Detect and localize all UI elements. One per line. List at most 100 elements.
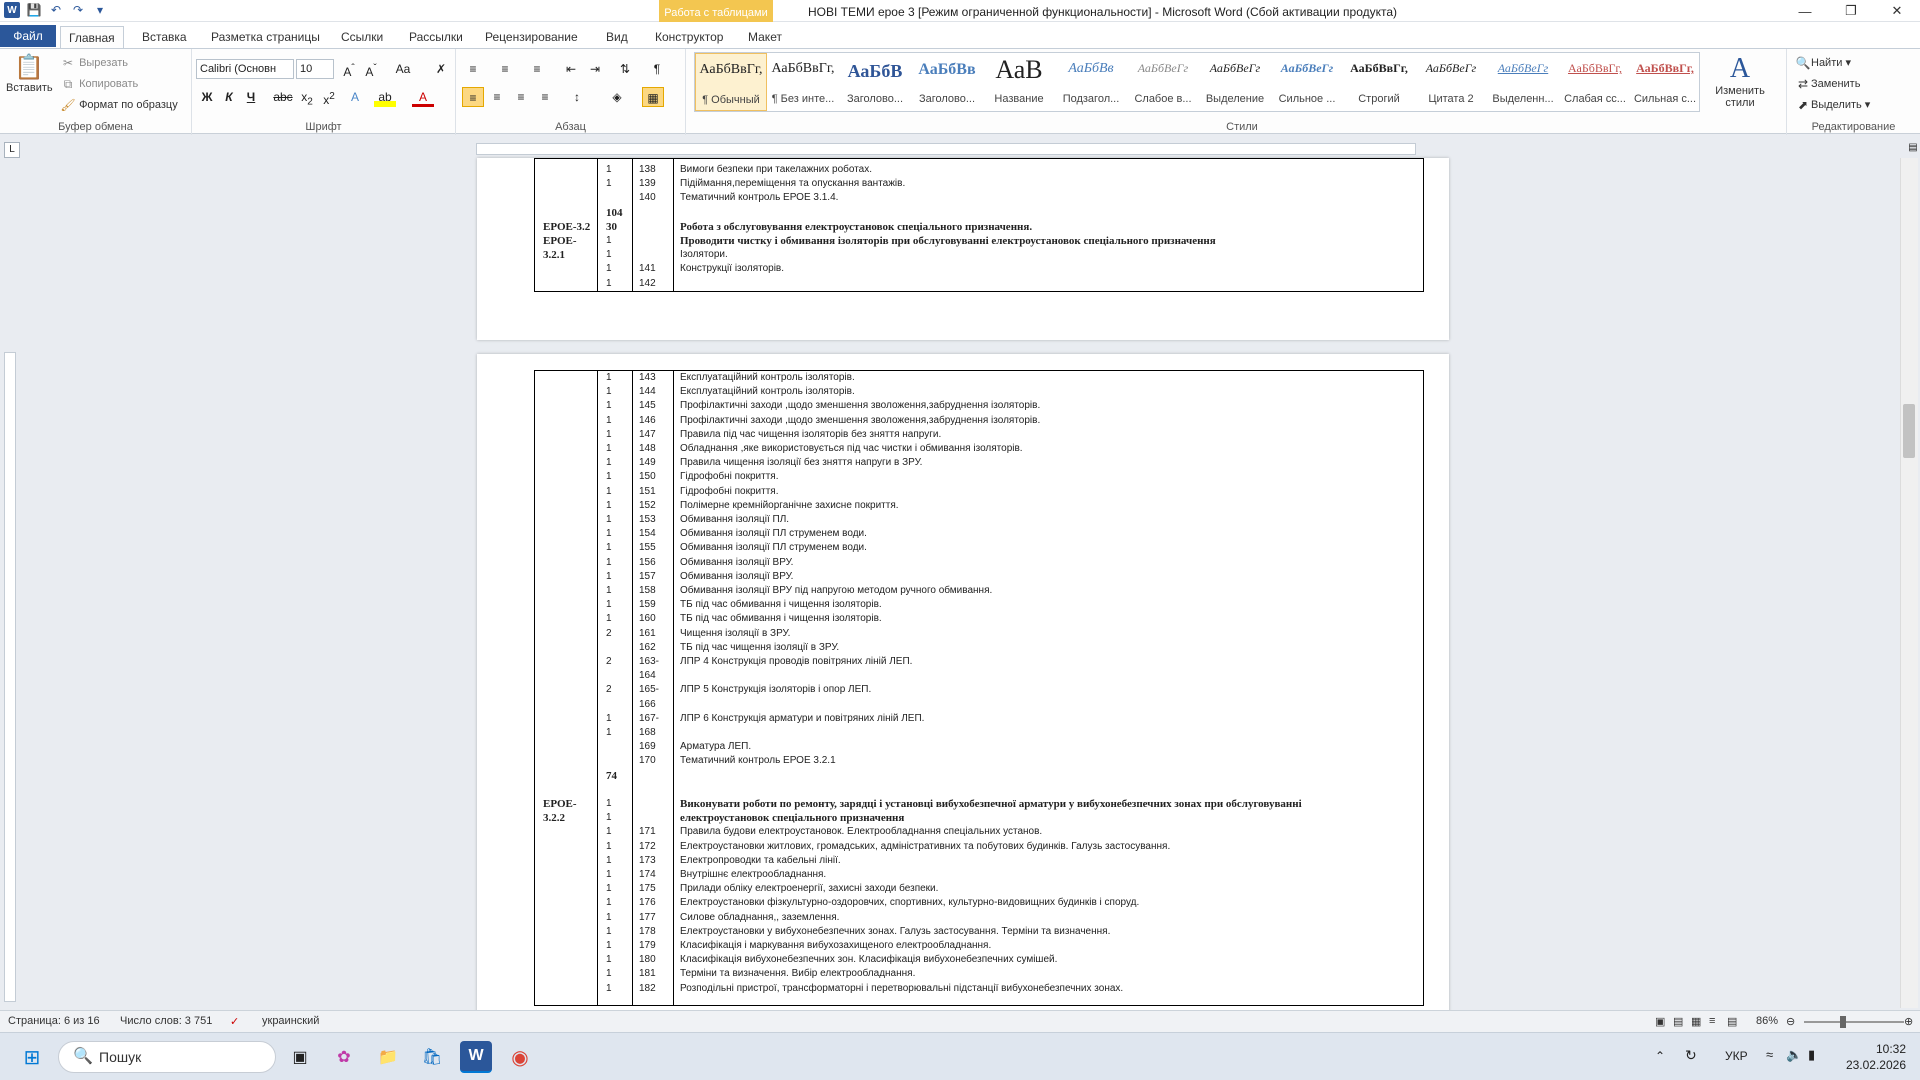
file-explorer-icon[interactable]: 📁 [372, 1041, 404, 1073]
table-cell-c2[interactable]: 1 [606, 953, 612, 967]
align-center-button[interactable]: ≡ [486, 87, 508, 107]
decrease-indent-button[interactable]: ⇤ [560, 59, 582, 79]
table-cell-c3[interactable]: 151 [639, 485, 656, 499]
table-cell-c4[interactable]: Обладнання ,яке використовується під час… [680, 442, 1023, 456]
table-cell-c3[interactable]: 180 [639, 953, 656, 967]
table-cell-c4[interactable]: Обмивання ізоляції ПЛ. [680, 513, 789, 527]
table-cell-c3[interactable]: 176 [639, 896, 656, 910]
table-cell-c2[interactable]: 1 [606, 513, 612, 527]
style-quote[interactable]: АаБбВеГг Цитата 2 [1415, 53, 1487, 111]
table-cell-c4[interactable]: Вимоги безпеки при такелажних роботах. [680, 163, 872, 177]
table-cell-c3[interactable]: 172 [639, 840, 656, 854]
table-cell-c3[interactable]: 143 [639, 371, 656, 385]
replace-button[interactable]: ⇄ Заменить [1795, 76, 1860, 92]
table-cell-c2[interactable]: 2 [606, 627, 612, 641]
word-taskbar-icon[interactable]: W [460, 1041, 492, 1073]
table-cell-c2[interactable]: 1 [606, 868, 612, 882]
table-cell-c2[interactable]: 1 [606, 854, 612, 868]
table-cell-c4[interactable]: Класифікація вибухонебезпечних зон. Клас… [680, 953, 1057, 967]
table-cell-c3[interactable]: 182 [639, 982, 656, 996]
format-painter-button[interactable]: 🖌 Формат по образцу [60, 97, 177, 113]
table-cell-c4[interactable]: Силове обладнання,, заземлення. [680, 911, 839, 925]
close-button[interactable]: ✕ [1874, 0, 1920, 22]
table-cell-c2[interactable]: 1 [606, 527, 612, 541]
shrink-font-button[interactable]: Aˇ [360, 59, 382, 79]
style-title[interactable]: АаВ Название [983, 53, 1055, 111]
table-cell-c4[interactable]: Експлуатаційний контроль ізоляторів. [680, 385, 855, 399]
table-cell-c4[interactable]: Ізолятори. [680, 248, 728, 262]
tab-review[interactable]: Рецензирование [477, 26, 586, 48]
battery-icon[interactable]: ▮ [1808, 1047, 1815, 1063]
table-cell-c2[interactable]: 1 [606, 234, 612, 248]
style-subtle-emphasis[interactable]: АаБбВеГг Слабое в... [1127, 53, 1199, 111]
horizontal-ruler[interactable] [476, 143, 1416, 155]
table-cell-c2[interactable]: 1 [606, 811, 612, 825]
table-cell-c4[interactable]: Електроустановки житлових, громадських, … [680, 840, 1170, 854]
highlight-button[interactable]: ab [374, 87, 396, 107]
table-cell-c2[interactable]: 1 [606, 485, 612, 499]
table-cell-c4[interactable]: електроустановок спеціального призначенн… [680, 811, 904, 825]
change-case-button[interactable]: Aa [392, 59, 414, 79]
table-cell-c3[interactable]: 138 [639, 163, 656, 177]
table-cell-c3[interactable]: 179 [639, 939, 656, 953]
zoom-out-icon[interactable]: ⊖ [1786, 1015, 1795, 1028]
scrollbar-thumb[interactable] [1903, 404, 1915, 458]
table-cell-c3[interactable]: 170 [639, 754, 656, 768]
wifi-icon[interactable]: ≈ [1766, 1047, 1773, 1062]
numbering-button[interactable]: ≡ [494, 59, 516, 79]
style-emphasis[interactable]: АаБбВеГг Выделение [1199, 53, 1271, 111]
table-cell-c2[interactable]: 1 [606, 939, 612, 953]
table-cell-c4[interactable]: Робота з обслуговування електроустановок… [680, 220, 1032, 234]
table-cell-c3[interactable]: 155 [639, 541, 656, 555]
table-cell-c2[interactable]: 1 [606, 177, 612, 191]
table-cell-c2[interactable]: 1 [606, 925, 612, 939]
table-cell-c4[interactable]: Внутрішнє електрообладнання. [680, 868, 826, 882]
grow-font-button[interactable]: Aˆ [338, 59, 360, 79]
table-cell-c3[interactable]: 148 [639, 442, 656, 456]
table-cell-c4[interactable]: Обмивання ізоляції ПЛ струменем води. [680, 541, 867, 555]
table-cell-c4[interactable]: Правила під час чищення ізоляторів без з… [680, 428, 941, 442]
table-cell-c2[interactable]: 1 [606, 541, 612, 555]
table-cell-c3[interactable]: 159 [639, 598, 656, 612]
table-cell-c2[interactable]: 74 [606, 769, 617, 783]
table-cell-c1[interactable]: ЕРОЕ-3.2 [543, 220, 590, 234]
table-cell-c2[interactable]: 2 [606, 655, 612, 669]
page-count[interactable]: Страница: 6 из 16 [8, 1015, 100, 1027]
copy-button[interactable]: ⧉ Копировать [60, 76, 139, 92]
table-cell-c2[interactable]: 1 [606, 982, 612, 996]
table-cell-c4[interactable]: Профілактичні заходи ,щодо зменшення зво… [680, 414, 1040, 428]
table-cell-c3[interactable]: 167- [639, 712, 659, 726]
table-cell-c4[interactable]: Підіймання,переміщення та опускання вант… [680, 177, 905, 191]
table-cell-c2[interactable]: 1 [606, 825, 612, 839]
change-styles-button[interactable]: A Изменить стили [1710, 53, 1770, 109]
proofing-icon[interactable]: ✓ [230, 1015, 239, 1028]
table-cell-c2[interactable]: 1 [606, 248, 612, 262]
table-cell-c4[interactable]: Терміни та визначення. Вибір електрообла… [680, 967, 915, 981]
tab-view[interactable]: Вид [598, 26, 636, 48]
table-cell-c3[interactable]: 171 [639, 825, 656, 839]
table-cell-c1[interactable]: 3.2.2 [543, 811, 565, 825]
full-screen-reading-icon[interactable]: ▤ [1673, 1015, 1683, 1028]
paste-button[interactable]: 📋 Вставить [6, 53, 53, 94]
tab-references[interactable]: Ссылки [333, 26, 391, 48]
customize-qat-icon[interactable]: ▾ [92, 2, 108, 18]
table-cell-c2[interactable]: 1 [606, 712, 612, 726]
table-cell-c4[interactable]: Правила будови електроустановок. Електро… [680, 825, 1042, 839]
select-button[interactable]: ⬈ Выделить ▾ [1795, 97, 1870, 113]
table-cell-c2[interactable]: 1 [606, 456, 612, 470]
table-cell-c3[interactable]: 161 [639, 627, 656, 641]
shading-button[interactable]: ◈ [606, 87, 628, 107]
table-cell-c2[interactable]: 1 [606, 399, 612, 413]
tab-selector[interactable]: L [4, 142, 20, 158]
style-normal[interactable]: АаБбВвГг, ¶ Обычный [695, 53, 767, 111]
show-formatting-marks-button[interactable]: ¶ [646, 59, 668, 79]
table-cell-c3[interactable]: 145 [639, 399, 656, 413]
table-cell-c3[interactable]: 144 [639, 385, 656, 399]
tab-table-design[interactable]: Конструктор [647, 26, 731, 48]
table-cell-c3[interactable]: 140 [639, 191, 656, 205]
tab-insert[interactable]: Вставка [134, 26, 195, 48]
store-icon[interactable]: 🛍 [416, 1041, 448, 1073]
clear-formatting-button[interactable]: ✗ [430, 59, 452, 79]
table-cell-c4[interactable]: Правила чищення ізоляції без зняття напр… [680, 456, 922, 470]
volume-icon[interactable]: 🔈 [1786, 1047, 1802, 1063]
